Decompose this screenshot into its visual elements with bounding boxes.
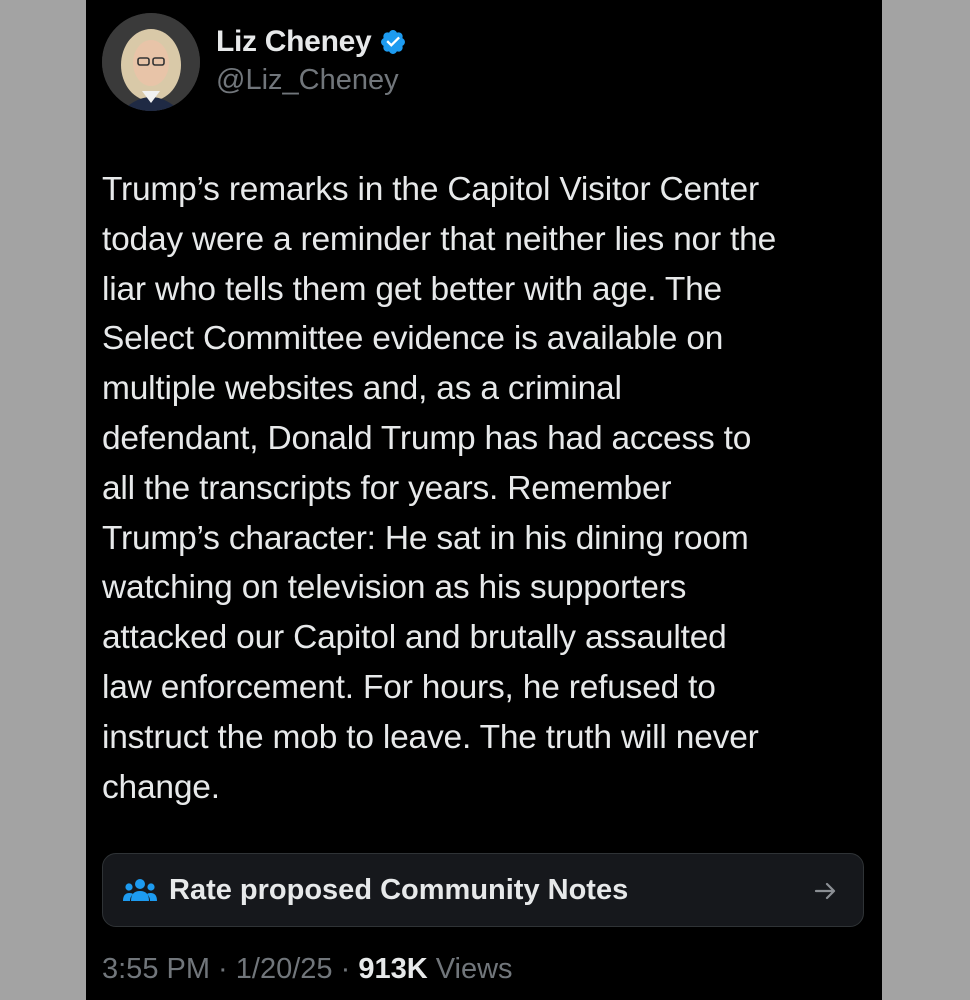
views-label: Views (427, 953, 513, 985)
meta-separator: · (332, 953, 359, 985)
people-icon (123, 877, 157, 903)
views-count[interactable]: 913K (358, 953, 427, 986)
tweet-time[interactable]: 3:55 PM (102, 953, 210, 986)
verified-badge-icon[interactable] (379, 28, 407, 56)
tweet-text: Trump’s remarks in the Capitol Visitor C… (102, 171, 776, 806)
arrow-right-icon (813, 878, 839, 904)
tweet-meta: 3:55 PM · 1/20/25 · 913K Views (102, 953, 513, 986)
tweet-card: Liz Cheney @Liz_Cheney Trump’s remarks i… (86, 0, 882, 1000)
community-notes-label: Rate proposed Community Notes (169, 873, 629, 906)
avatar[interactable] (102, 13, 200, 111)
author-block: Liz Cheney @Liz_Cheney (216, 22, 407, 97)
author-name[interactable]: Liz Cheney (216, 25, 372, 59)
author-name-row: Liz Cheney (216, 22, 407, 62)
author-handle[interactable]: @Liz_Cheney (216, 64, 407, 97)
tweet-date[interactable]: 1/20/25 (236, 953, 333, 986)
avatar-image (102, 13, 200, 111)
meta-separator: · (210, 953, 236, 985)
rate-community-notes-button[interactable]: Rate proposed Community Notes (102, 853, 864, 927)
